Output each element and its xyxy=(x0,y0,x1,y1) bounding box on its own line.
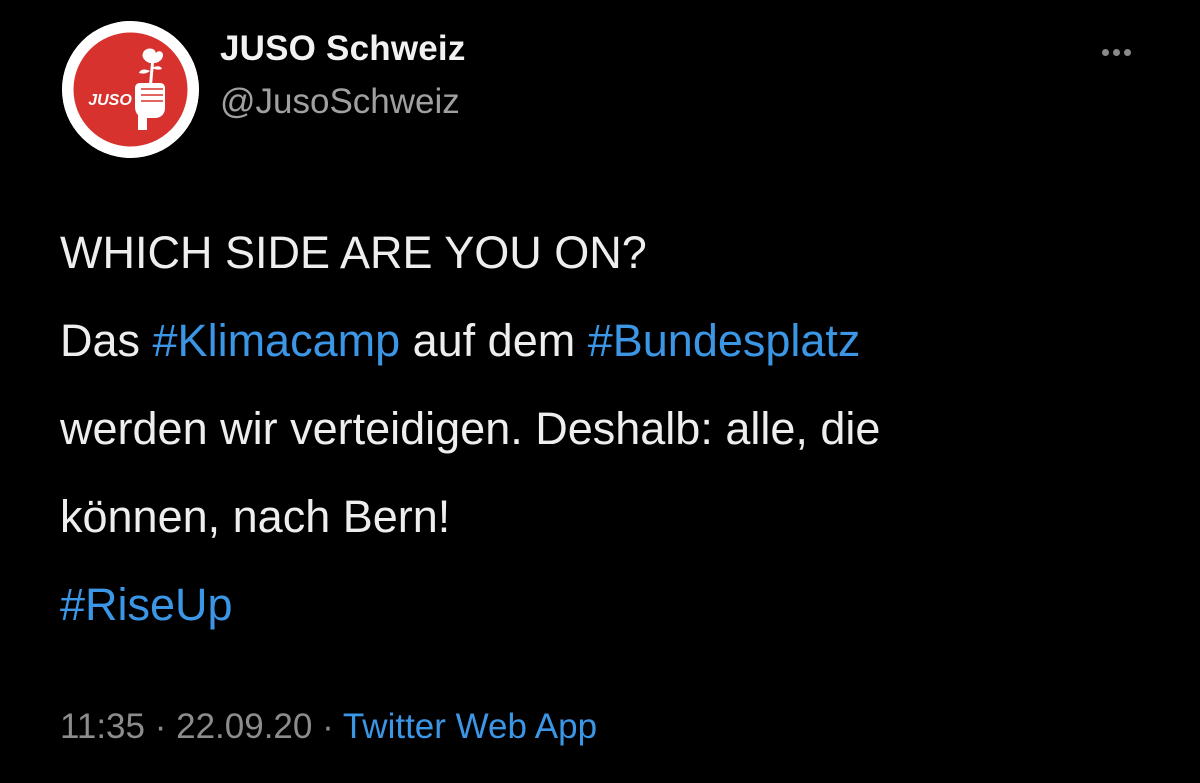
tweet-text-fragment: Das xyxy=(60,315,153,366)
hashtag-bundesplatz-link[interactable]: #Bundesplatz xyxy=(588,315,861,366)
juso-logo-icon: JUSO xyxy=(62,21,199,158)
author-handle[interactable]: @JusoSchweiz xyxy=(220,82,460,122)
author-display-name[interactable]: JUSO Schweiz xyxy=(220,29,466,69)
tweet-source-link[interactable]: Twitter Web App xyxy=(343,707,597,746)
more-options-icon[interactable] xyxy=(1092,36,1140,66)
tweet-time[interactable]: 11:35 xyxy=(60,707,145,746)
meta-separator: · xyxy=(145,707,177,746)
avatar[interactable]: JUSO xyxy=(62,21,199,158)
tweet-metadata: 11:35 · 22.09.20 · Twitter Web App xyxy=(60,707,597,747)
hashtag-riseup-link[interactable]: #RiseUp xyxy=(60,579,233,630)
tweet-line-2: Das #Klimacamp auf dem #Bundesplatz xyxy=(60,297,1160,385)
tweet-line-3: werden wir verteidigen. Deshalb: alle, d… xyxy=(60,403,881,454)
avatar-logo-text: JUSO xyxy=(88,92,132,109)
tweet-line-4: können, nach Bern! xyxy=(60,491,451,542)
hashtag-klimacamp-link[interactable]: #Klimacamp xyxy=(153,315,401,366)
tweet-line-1: WHICH SIDE ARE YOU ON? xyxy=(60,227,647,278)
tweet-text-fragment: auf dem xyxy=(400,315,588,366)
tweet-date[interactable]: 22.09.20 xyxy=(176,707,312,746)
tweet-line-5: #RiseUp xyxy=(60,561,1160,649)
tweet-text: WHICH SIDE ARE YOU ON? Das #Klimacamp au… xyxy=(60,209,1160,649)
tweet-card: JUSO JUSO Schweiz @JusoSchweiz WHICH SID… xyxy=(0,0,1200,783)
meta-separator: · xyxy=(312,707,343,746)
